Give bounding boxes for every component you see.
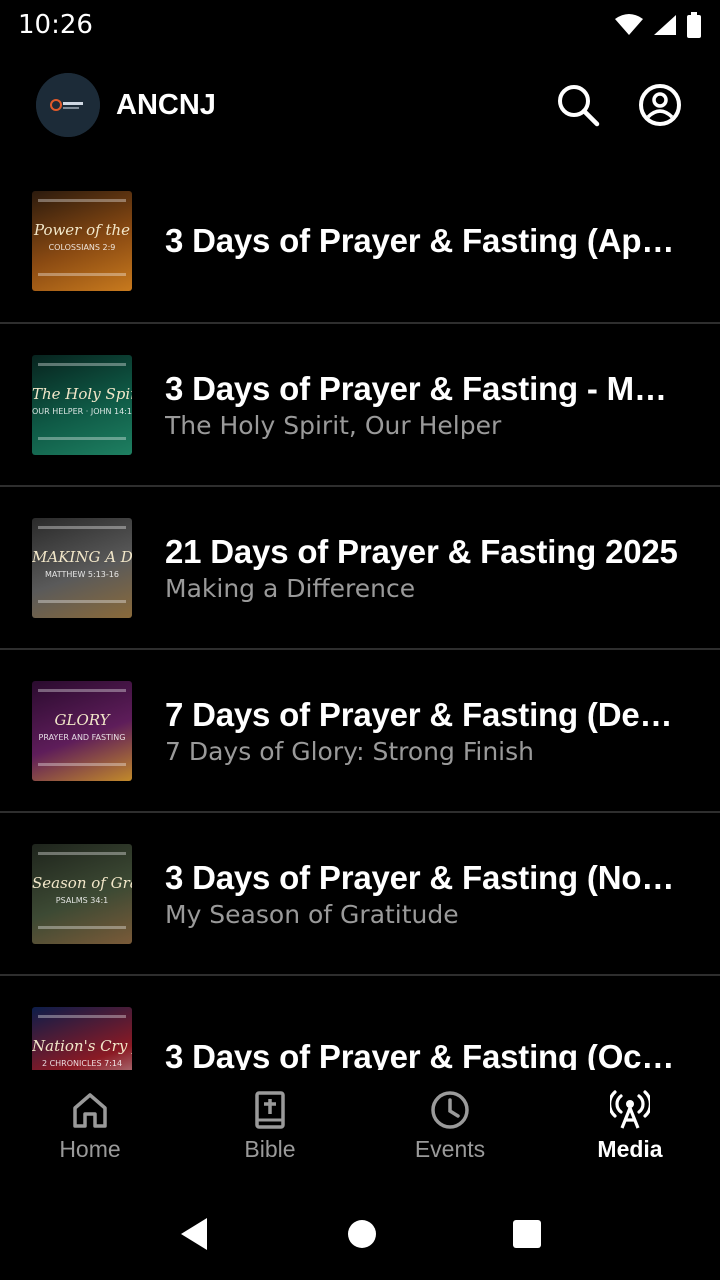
bottom-navigation: Home Bible Events Media [0,1070,720,1188]
list-item-subtitle: The Holy Spirit, Our Helper [165,411,502,440]
thumb-decor [38,362,126,366]
status-time: 10:26 [18,10,93,40]
home-circle-icon[interactable] [346,1218,378,1250]
thumb-decor [38,273,126,276]
status-bar: 10:26 [0,0,720,50]
thumbnail-text: MAKING A DIFFER [32,547,132,566]
wifi-icon [615,14,643,35]
app-title: ANCNJ [116,88,216,121]
thumb-decor [38,925,126,929]
thumb-decor [38,599,126,603]
nav-label: Events [414,1136,486,1162]
series-thumbnail: GLORY PRAYER AND FASTING [32,680,132,781]
thumb-decor [38,199,126,202]
broadcast-icon [610,1090,650,1129]
nav-label: Media [597,1136,663,1162]
series-thumbnail: Power of the COLOSSIANS 2:9 [32,191,132,291]
list-item[interactable]: MAKING A DIFFER MATTHEW 5:13-16 21 Days … [0,487,720,650]
thumbnail-text: The Holy Spirit [32,384,132,403]
cell-signal-icon [654,15,676,35]
list-item-title: 3 Days of Prayer & Fasting (October) [165,1037,684,1071]
battery-icon [687,12,701,38]
thumb-decor [38,436,126,440]
nav-home[interactable]: Home [0,1070,180,1188]
account-icon [639,84,681,126]
list-item[interactable]: Power of the COLOSSIANS 2:9 3 Days of Pr… [0,160,720,324]
nav-events[interactable]: Events [360,1070,540,1188]
series-thumbnail: Nation's Cry for 2 CHRONICLES 7:14 [32,1006,132,1070]
thumbnail-text: Season of Gratit [32,873,132,892]
list-item-text: 21 Days of Prayer & Fasting 2025 Making … [165,532,684,603]
search-icon [558,85,600,127]
list-item-title: 21 Days of Prayer & Fasting 2025 [165,533,678,570]
list-item-title: 3 Days of Prayer & Fasting - March [165,370,684,407]
home-icon [73,1093,107,1128]
list-item-title: 3 Days of Prayer & Fasting (November) [165,859,684,896]
list-item-text: 3 Days of Prayer & Fasting (October) [165,1037,684,1071]
series-thumbnail: The Holy Spirit OUR HELPER · JOHN 14:16 [32,354,132,455]
thumb-decor [38,1014,126,1018]
list-item-title: 7 Days of Prayer & Fasting (December) [165,696,684,733]
list-item-text: 3 Days of Prayer & Fasting (April 2nd - … [165,221,684,261]
list-item-text: 7 Days of Prayer & Fasting (December) 7 … [165,695,684,766]
nav-media[interactable]: Media [540,1070,720,1188]
recents-icon[interactable] [511,1218,543,1250]
series-thumbnail: Season of Gratit PSALMS 34:1 [32,843,132,944]
clock-icon [431,1091,469,1129]
list-item[interactable]: GLORY PRAYER AND FASTING 7 Days of Praye… [0,650,720,813]
media-list[interactable]: Power of the COLOSSIANS 2:9 3 Days of Pr… [0,160,720,1070]
list-item-subtitle: 7 Days of Glory: Strong Finish [165,737,534,766]
back-icon[interactable] [177,1216,213,1252]
app-bar: ANCNJ [0,50,720,160]
thumb-decor [38,851,126,855]
thumbnail-subtext: COLOSSIANS 2:9 [48,243,116,252]
nav-label: Home [59,1136,121,1162]
status-icons [614,12,702,38]
list-item-subtitle: Making a Difference [165,574,416,603]
thumbnail-subtext: PSALMS 34:1 [55,895,109,905]
list-item[interactable]: Season of Gratit PSALMS 34:1 3 Days of P… [0,813,720,976]
list-item-text: 3 Days of Prayer & Fasting (November) My… [165,858,684,929]
system-navigation [0,1188,720,1280]
nav-bible[interactable]: Bible [180,1070,360,1188]
series-thumbnail: MAKING A DIFFER MATTHEW 5:13-16 [32,517,132,618]
thumb-decor [38,688,126,692]
thumbnail-subtext: OUR HELPER · JOHN 14:16 [32,406,132,416]
thumbnail-subtext: MATTHEW 5:13-16 [45,569,119,579]
thumbnail-text: Power of the [33,221,131,239]
thumb-decor [38,762,126,766]
nav-label: Bible [244,1136,296,1162]
app-logo [36,73,100,137]
list-item[interactable]: Nation's Cry for 2 CHRONICLES 7:14 3 Day… [0,976,720,1070]
list-item-text: 3 Days of Prayer & Fasting - March The H… [165,369,684,440]
logo-mark [36,73,100,137]
thumbnail-subtext: 2 CHRONICLES 7:14 [41,1058,123,1068]
thumb-decor [38,525,126,529]
list-item[interactable]: The Holy Spirit OUR HELPER · JOHN 14:16 … [0,324,720,487]
thumbnail-subtext: PRAYER AND FASTING [38,732,126,742]
list-item-title: 3 Days of Prayer & Fasting (April 2nd - … [165,222,684,259]
thumbnail-text: Nation's Cry for [32,1036,132,1055]
thumbnail-text: GLORY [54,710,110,729]
list-item-subtitle: My Season of Gratitude [165,900,459,929]
account-button[interactable] [636,81,684,129]
search-button[interactable] [554,81,602,129]
bible-icon [255,1091,285,1129]
